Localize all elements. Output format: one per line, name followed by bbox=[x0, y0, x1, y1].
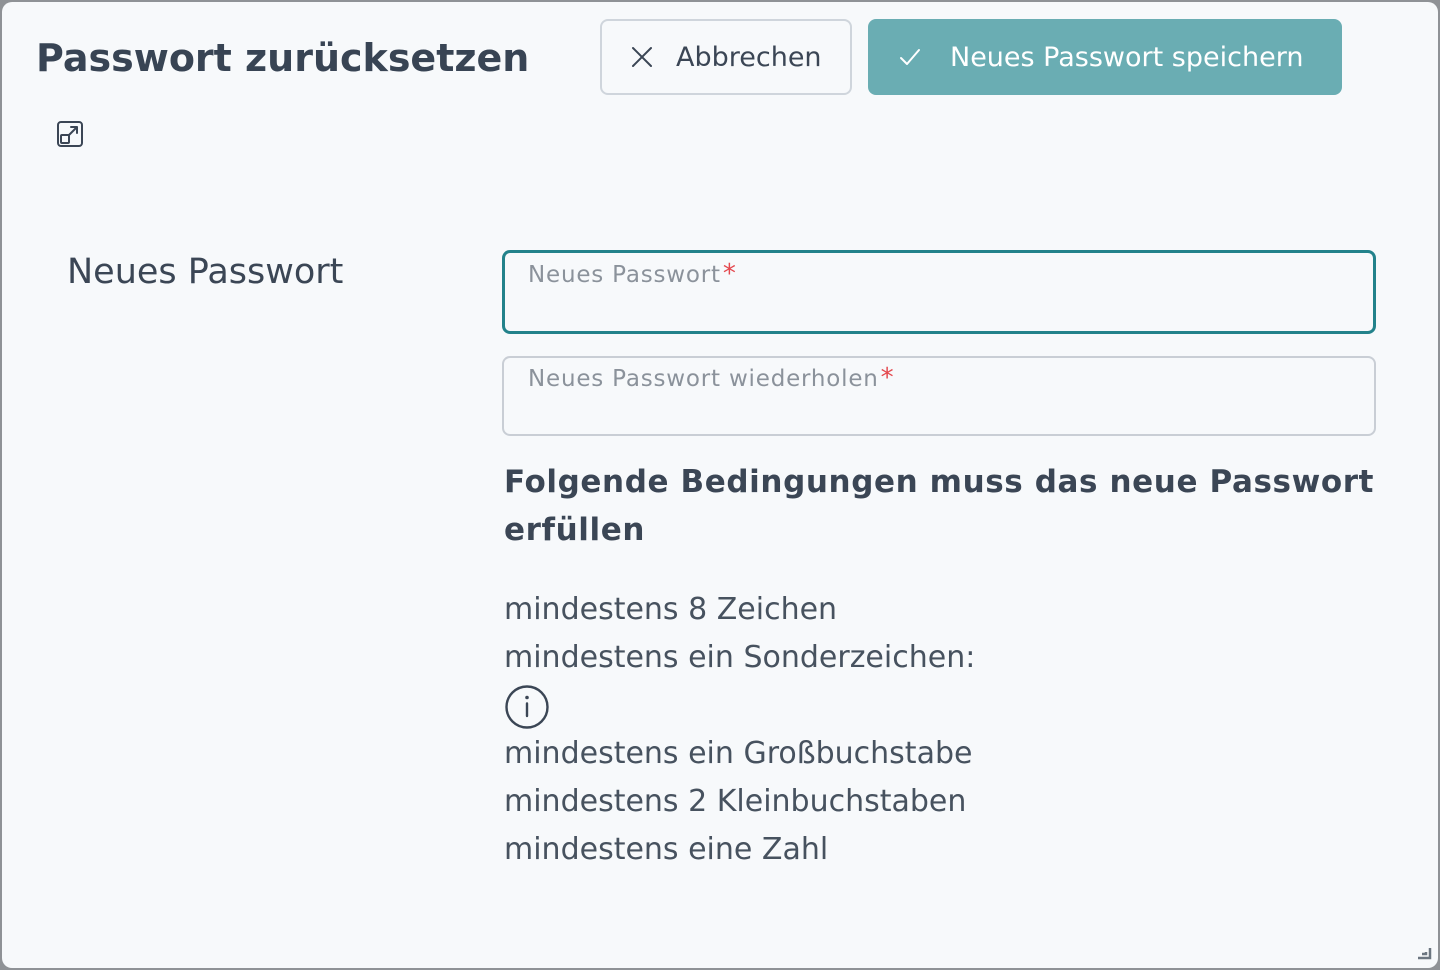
info-icon[interactable] bbox=[504, 684, 550, 730]
rule-min-length: mindestens 8 Zeichen bbox=[504, 592, 838, 627]
resize-handle-icon[interactable] bbox=[1416, 944, 1432, 960]
save-password-button[interactable]: Neues Passwort speichern bbox=[868, 19, 1342, 95]
required-marker: * bbox=[722, 259, 737, 289]
rule-uppercase: mindestens ein Großbuchstabe bbox=[504, 736, 973, 771]
conditions-heading: Folgende Bedingungen muss das neue Passw… bbox=[504, 464, 1375, 548]
repeat-password-input[interactable] bbox=[528, 392, 1350, 426]
cancel-button[interactable]: Abbrechen bbox=[600, 19, 852, 95]
expand-icon[interactable] bbox=[56, 120, 84, 148]
cancel-button-label: Abbrechen bbox=[676, 41, 822, 73]
save-button-label: Neues Passwort speichern bbox=[950, 41, 1304, 73]
required-marker: * bbox=[880, 363, 895, 393]
repeat-password-field[interactable]: Neues Passwort wiederholen* bbox=[502, 356, 1376, 436]
repeat-password-placeholder: Neues Passwort wiederholen* bbox=[528, 363, 895, 393]
checkmark-icon bbox=[896, 43, 924, 71]
rule-special-char: mindestens ein Sonderzeichen: bbox=[504, 634, 975, 730]
password-rules-list: mindestens 8 Zeichen mindestens ein Sond… bbox=[504, 586, 975, 874]
new-password-placeholder: Neues Passwort* bbox=[528, 259, 737, 289]
rule-lowercase: mindestens 2 Kleinbuchstaben bbox=[504, 784, 967, 819]
rule-digit: mindestens eine Zahl bbox=[504, 832, 829, 867]
new-password-input[interactable] bbox=[529, 289, 1349, 323]
new-password-field[interactable]: Neues Passwort* bbox=[502, 250, 1376, 334]
dialog-title: Passwort zurücksetzen bbox=[36, 36, 530, 80]
new-password-section-label: Neues Passwort bbox=[67, 252, 344, 292]
close-icon bbox=[628, 43, 656, 71]
reset-password-dialog: Passwort zurücksetzen Abbrechen Neues Pa… bbox=[2, 2, 1438, 968]
